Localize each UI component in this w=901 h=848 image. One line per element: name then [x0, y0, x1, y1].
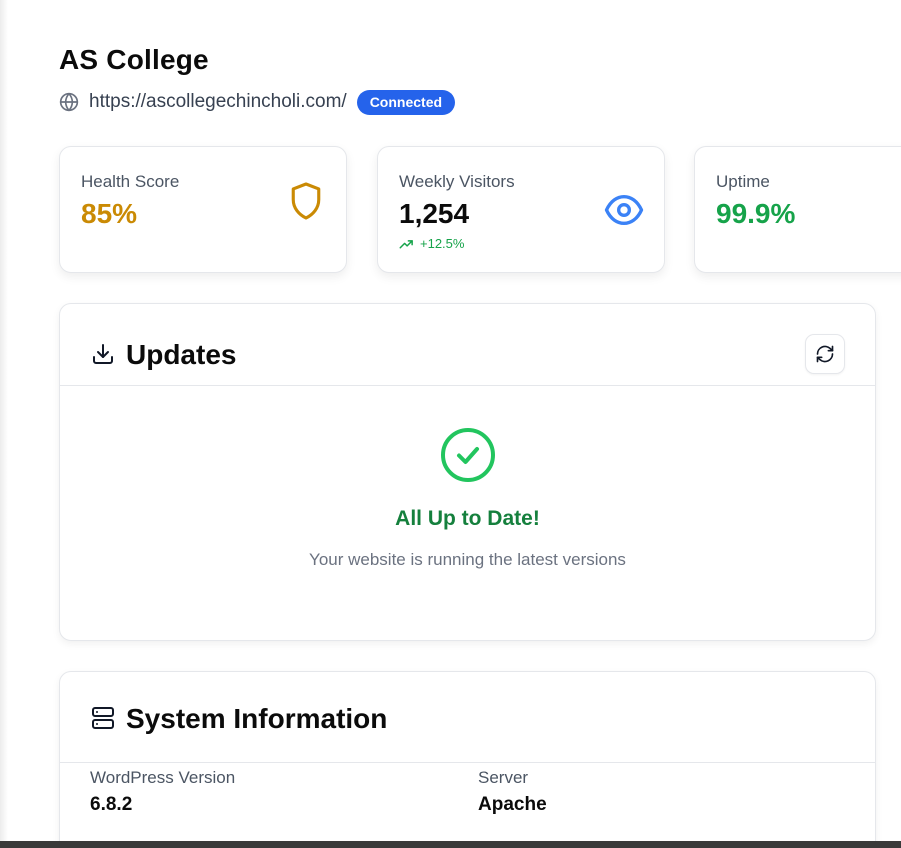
system-info-header: System Information — [60, 672, 875, 763]
wordpress-version-value: 6.8.2 — [90, 794, 133, 815]
refresh-icon — [815, 344, 835, 364]
wordpress-version-label: WordPress Version — [90, 768, 236, 787]
updates-title: Updates — [126, 339, 237, 370]
up-to-date-subtitle: Your website is running the latest versi… — [309, 550, 626, 569]
uptime-value: 99.9% — [716, 198, 796, 229]
health-score-card: Health Score 85% — [59, 146, 347, 273]
site-title: AS College — [59, 44, 209, 75]
window-bottom-edge — [0, 841, 901, 848]
server-value: Apache — [478, 794, 547, 815]
system-info-panel: System Information WordPress Version 6.8… — [59, 671, 876, 848]
server-icon — [91, 706, 115, 730]
download-icon — [91, 342, 115, 366]
updates-header: Updates — [60, 304, 875, 386]
visitors-trend: +12.5% — [399, 236, 464, 251]
uptime-card: Uptime 99.9% — [694, 146, 901, 273]
uptime-label: Uptime — [716, 172, 770, 191]
shield-icon — [289, 181, 323, 221]
check-circle-icon — [440, 427, 496, 483]
server-item: Server Apache — [478, 768, 547, 816]
visitors-trend-value: +12.5% — [420, 236, 465, 251]
weekly-visitors-card: Weekly Visitors 1,254 +12.5% — [377, 146, 665, 273]
window-edge — [0, 0, 8, 848]
weekly-visitors-label: Weekly Visitors — [399, 172, 515, 191]
wordpress-version-item: WordPress Version 6.8.2 — [90, 768, 235, 816]
connection-status-badge: Connected — [356, 89, 456, 115]
server-label: Server — [478, 768, 529, 787]
health-score-value: 85% — [81, 198, 138, 229]
health-score-label: Health Score — [81, 172, 180, 191]
up-to-date-title: All Up to Date! — [395, 507, 540, 530]
site-url-row: https://ascollegechincholi.com/ Connecte… — [59, 89, 456, 115]
site-url[interactable]: https://ascollegechincholi.com/ — [89, 91, 347, 113]
weekly-visitors-value: 1,254 — [399, 198, 470, 229]
eye-icon — [604, 193, 644, 227]
system-info-title: System Information — [126, 703, 388, 734]
globe-icon — [59, 92, 79, 112]
updates-panel: Updates All Up to Date! Your website is … — [59, 303, 876, 641]
trending-up-icon — [399, 238, 414, 250]
refresh-button[interactable] — [805, 334, 845, 374]
